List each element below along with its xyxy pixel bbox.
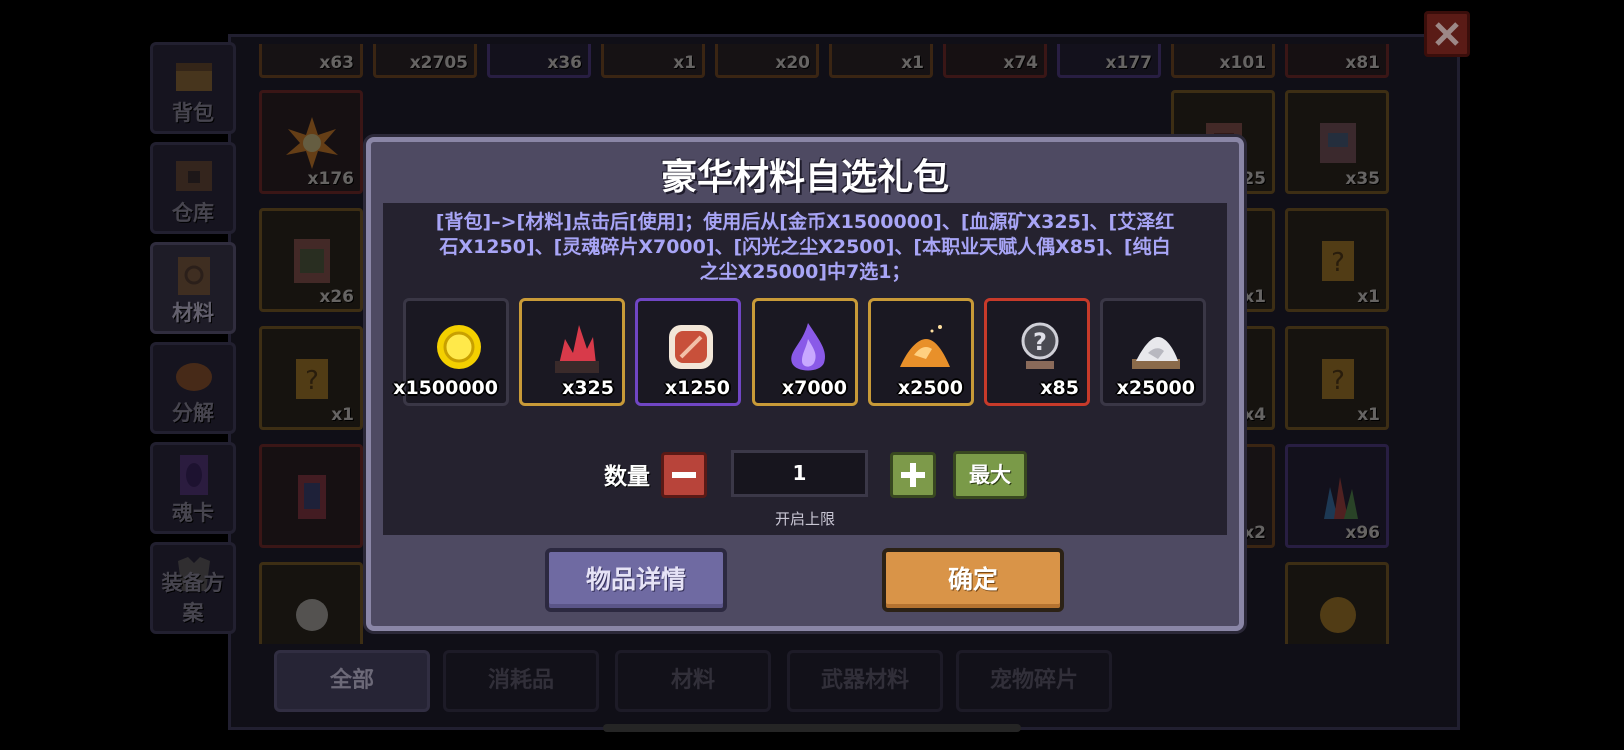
dialog-description: [背包]–>[材料]点击后[使用]；使用后从[金币X1500000]、[血源矿X…	[435, 211, 1175, 283]
confirm-button[interactable]: 确定	[882, 548, 1064, 612]
increase-button[interactable]	[890, 452, 936, 498]
decrease-button[interactable]	[661, 452, 707, 498]
flash-dust-icon	[900, 325, 950, 367]
reward-count: x25000	[1116, 377, 1195, 399]
svg-text:?: ?	[1033, 328, 1047, 356]
quantity-input[interactable]: 1	[731, 450, 868, 497]
quantity-label: 数量	[604, 464, 650, 490]
minus-icon	[672, 472, 696, 478]
reward-count: x1250	[664, 377, 730, 399]
reward-slot-talent-doll[interactable]: ? x85	[984, 298, 1090, 406]
blood-ore-icon	[555, 325, 599, 373]
talent-doll-icon: ?	[1021, 322, 1059, 369]
reward-slot-blood-ore[interactable]: x325	[519, 298, 625, 406]
reward-slot-soul-fragment[interactable]: x7000	[752, 298, 858, 406]
reward-count: x7000	[781, 377, 847, 399]
item-details-button[interactable]: 物品详情	[545, 548, 727, 612]
max-button[interactable]: 最大	[953, 451, 1027, 499]
reward-slot-flash-dust[interactable]: x2500	[868, 298, 974, 406]
gold-coin-icon	[437, 325, 481, 369]
reward-slot-white-dust[interactable]: x25000	[1100, 298, 1206, 406]
reward-count: x325	[562, 377, 614, 399]
soul-fragment-icon	[791, 323, 826, 371]
red-stone-icon	[669, 325, 713, 369]
reward-count: x1500000	[393, 377, 498, 399]
reward-count: x85	[1040, 377, 1079, 399]
reward-slot-gold-coin[interactable]: x1500000	[393, 298, 509, 406]
white-dust-icon	[1132, 337, 1180, 369]
plus-icon	[901, 463, 925, 487]
reward-count: x2500	[897, 377, 963, 399]
open-limit-label: 开启上限	[774, 510, 835, 528]
reward-slot-red-stone[interactable]: x1250	[635, 298, 741, 406]
dialog-title: 豪华材料自选礼包	[660, 157, 949, 198]
